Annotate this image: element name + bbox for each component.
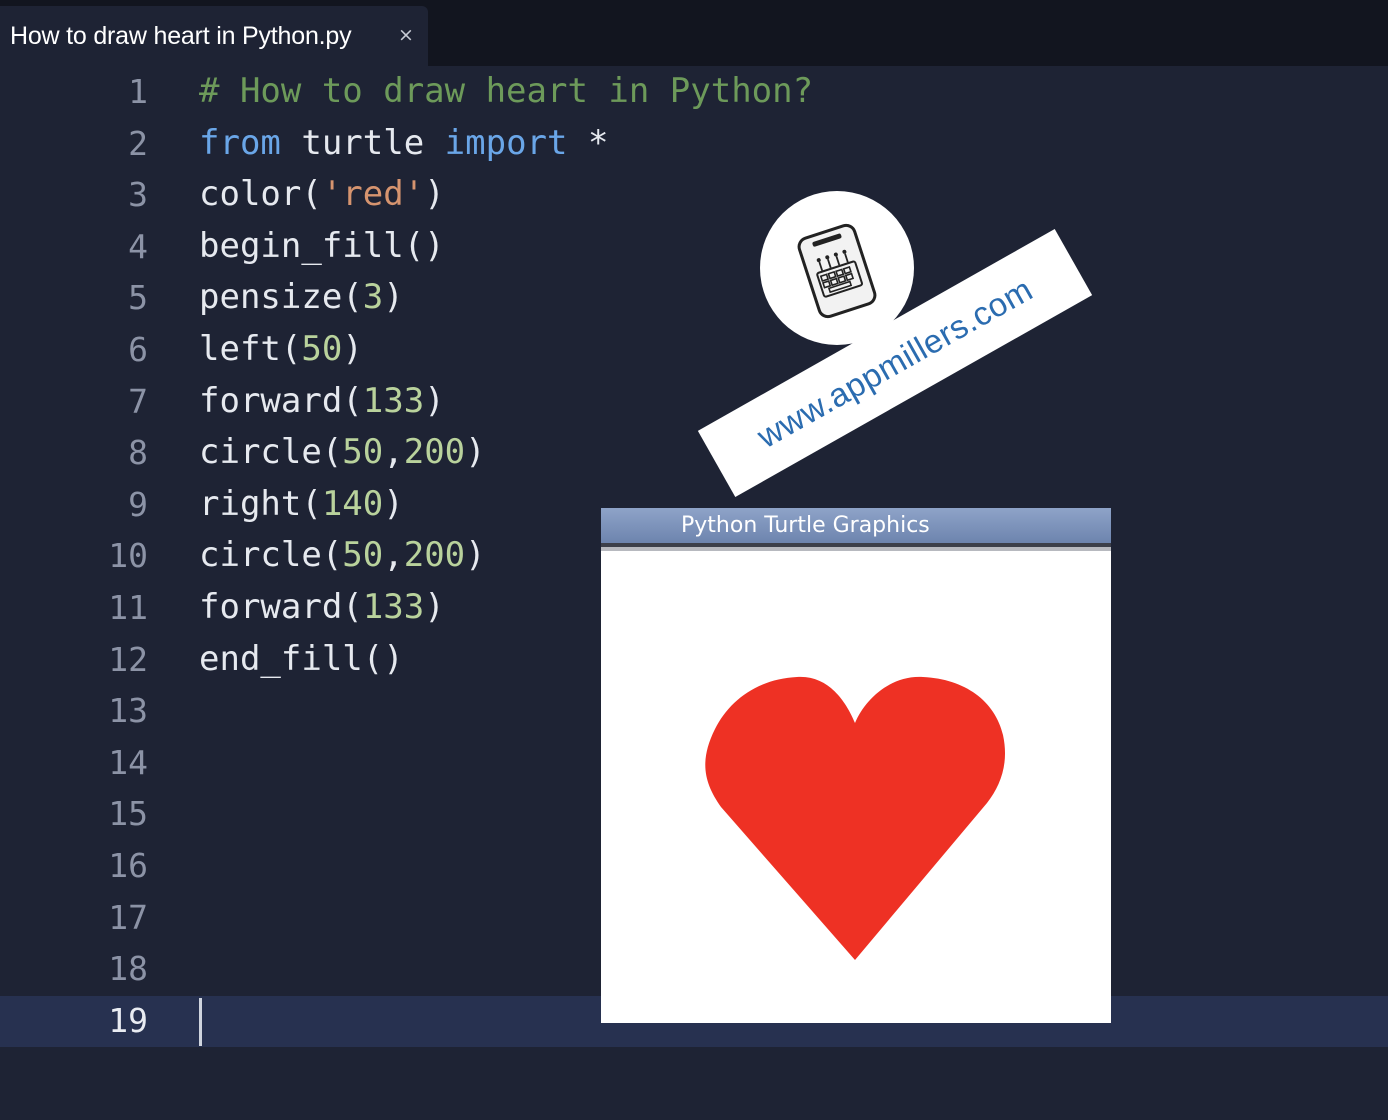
code-text: forward(133) bbox=[199, 582, 445, 633]
line-number: 15 bbox=[108, 794, 148, 834]
code-text: circle(50,200) bbox=[199, 427, 486, 478]
code-token-plain: * bbox=[567, 122, 609, 163]
code-text: left(50) bbox=[199, 324, 363, 375]
code-token-keyword: import bbox=[444, 122, 568, 163]
turtle-window-titlebar[interactable]: Python Turtle Graphics bbox=[601, 508, 1111, 543]
code-text: begin_fill() bbox=[199, 221, 445, 272]
line-number: 8 bbox=[128, 433, 148, 473]
code-token-plain: turtle bbox=[280, 122, 445, 163]
code-text: forward(133) bbox=[199, 376, 445, 427]
code-token-number: 50 bbox=[301, 329, 343, 369]
code-token-plain: , bbox=[383, 432, 404, 473]
code-token-number: 50 bbox=[342, 432, 384, 473]
heart-shape bbox=[705, 676, 1006, 960]
code-line[interactable]: 2 from turtle import * bbox=[0, 118, 1388, 169]
line-number: 16 bbox=[108, 846, 148, 885]
code-token-number: 200 bbox=[403, 432, 466, 473]
turtle-window-title: Python Turtle Graphics bbox=[681, 513, 930, 538]
code-token-number: 140 bbox=[321, 483, 384, 524]
line-number: 6 bbox=[128, 330, 148, 369]
line-number: 1 bbox=[128, 72, 148, 111]
code-token-plain: forward( bbox=[199, 380, 363, 421]
code-text: from turtle import * bbox=[199, 118, 608, 169]
code-token-plain: ) bbox=[342, 329, 363, 369]
code-text: circle(50,200) bbox=[199, 530, 486, 581]
code-token-plain: left( bbox=[199, 329, 302, 369]
line-number: 12 bbox=[108, 639, 148, 679]
line-number: 17 bbox=[108, 897, 148, 937]
turtle-drawing bbox=[705, 676, 1006, 960]
code-token-comment: # How to draw heart in Python? bbox=[199, 71, 814, 111]
code-token-number: 133 bbox=[362, 380, 425, 421]
code-text: end_fill() bbox=[199, 634, 404, 685]
turtle-graphics-window[interactable]: Python Turtle Graphics bbox=[601, 508, 1111, 1023]
code-token-plain: ) bbox=[424, 174, 445, 215]
code-line[interactable]: 5 pensize(3) bbox=[0, 272, 1388, 323]
line-number: 5 bbox=[128, 278, 148, 318]
code-line[interactable]: 8 circle(50,200) bbox=[0, 427, 1388, 478]
code-token-number: 200 bbox=[403, 535, 466, 576]
code-token-plain: circle( bbox=[199, 535, 343, 576]
line-number: 18 bbox=[108, 949, 148, 989]
code-token-number: 3 bbox=[362, 277, 384, 318]
code-token-plain: pensize( bbox=[199, 277, 363, 318]
file-tab[interactable]: How to draw heart in Python.py × bbox=[0, 6, 428, 66]
code-text: # How to draw heart in Python? bbox=[199, 66, 813, 117]
code-line[interactable]: 6 left(50) bbox=[0, 324, 1388, 375]
code-token-plain: ) bbox=[383, 483, 404, 524]
code-token-plain: circle( bbox=[199, 432, 343, 473]
code-token-plain: right( bbox=[199, 483, 322, 524]
line-number: 7 bbox=[128, 381, 148, 421]
code-token-number: 50 bbox=[342, 535, 384, 576]
code-token-plain: end_fill() bbox=[199, 638, 404, 679]
code-token-plain: color( bbox=[199, 174, 322, 215]
tab-title: How to draw heart in Python.py bbox=[10, 21, 352, 50]
code-line[interactable]: 3 color('red') bbox=[0, 169, 1388, 220]
code-line[interactable]: 1 # How to draw heart in Python? bbox=[0, 66, 1388, 117]
line-number: 2 bbox=[128, 123, 148, 163]
code-line[interactable]: 7 forward(133) bbox=[0, 376, 1388, 427]
code-token-plain: , bbox=[383, 535, 404, 576]
tab-bar: How to draw heart in Python.py × bbox=[0, 0, 1388, 66]
code-text: right(140) bbox=[199, 479, 404, 530]
line-number: 10 bbox=[108, 536, 148, 576]
code-token-plain: ) bbox=[424, 587, 445, 627]
code-token-plain: ) bbox=[424, 380, 445, 421]
code-token-plain: ) bbox=[465, 432, 486, 473]
line-number: 14 bbox=[108, 742, 148, 782]
code-token-plain: ) bbox=[383, 277, 404, 318]
code-text: pensize(3) bbox=[199, 272, 404, 323]
line-number: 19 bbox=[108, 1000, 148, 1040]
line-number: 4 bbox=[128, 226, 148, 266]
code-token-keyword: from bbox=[199, 122, 281, 163]
line-number: 9 bbox=[128, 484, 148, 524]
code-token-plain: begin_fill() bbox=[199, 225, 445, 266]
code-token-string: 'red' bbox=[321, 174, 425, 215]
turtle-canvas bbox=[601, 551, 1111, 1023]
line-number: 11 bbox=[108, 588, 148, 627]
line-number: 13 bbox=[108, 691, 148, 731]
code-token-number: 133 bbox=[362, 587, 425, 627]
code-line[interactable]: 4 begin_fill() bbox=[0, 221, 1388, 272]
close-icon[interactable]: × bbox=[398, 24, 414, 46]
line-number: 3 bbox=[128, 175, 148, 215]
code-token-plain: ) bbox=[465, 535, 486, 576]
code-text: color('red') bbox=[199, 169, 445, 220]
code-token-plain: forward( bbox=[199, 587, 363, 627]
